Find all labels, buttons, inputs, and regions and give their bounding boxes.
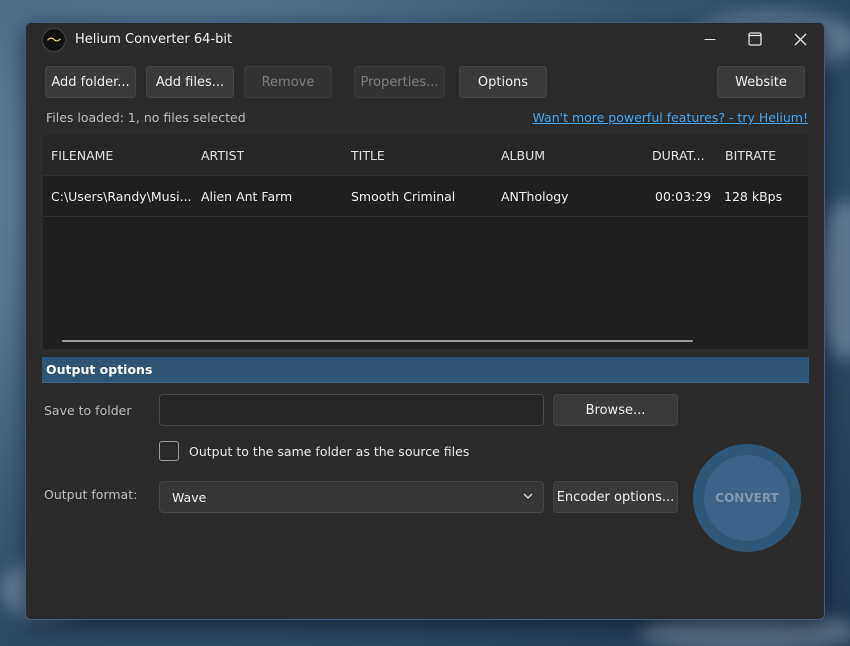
column-header-album[interactable]: ALBUM	[501, 148, 545, 163]
cell-album: ANThology	[501, 189, 569, 204]
column-header-artist[interactable]: ARTIST	[201, 148, 244, 163]
table-row[interactable]: C:\Users\Randy\Musi... Alien Ant Farm Sm…	[43, 176, 808, 217]
properties-button[interactable]: Properties...	[354, 66, 445, 98]
output-format-value: Wave	[172, 490, 207, 505]
output-options-header: Output options	[42, 357, 809, 383]
save-to-folder-input[interactable]	[159, 394, 544, 426]
options-button[interactable]: Options	[459, 66, 547, 98]
cell-duration: 00:03:29	[655, 189, 712, 204]
helium-logo-icon: 〜	[42, 28, 66, 52]
maximize-icon	[748, 32, 762, 46]
website-button[interactable]: Website	[717, 66, 805, 98]
maximize-button[interactable]	[733, 23, 777, 55]
save-to-folder-label: Save to folder	[44, 403, 132, 418]
cell-filename: C:\Users\Randy\Musi...	[51, 189, 192, 204]
cell-artist: Alien Ant Farm	[201, 189, 293, 204]
browse-button[interactable]: Browse...	[553, 394, 678, 426]
file-list[interactable]: FILENAME ARTIST TITLE ALBUM DURAT... BIT…	[43, 135, 808, 349]
horizontal-scrollbar[interactable]	[62, 340, 693, 342]
cell-bitrate: 128 kBps	[724, 189, 783, 204]
chevron-down-icon	[523, 493, 533, 499]
column-header-title[interactable]: TITLE	[351, 148, 385, 163]
same-folder-checkbox[interactable]	[159, 441, 179, 461]
column-header-bitrate[interactable]: BITRATE	[725, 148, 776, 163]
add-files-button[interactable]: Add files...	[146, 66, 234, 98]
column-header-duration[interactable]: DURAT...	[652, 148, 705, 163]
title-bar[interactable]: 〜 Helium Converter 64-bit	[26, 23, 824, 57]
app-window: 〜 Helium Converter 64-bit Add folder... …	[25, 22, 825, 620]
close-button[interactable]	[778, 23, 822, 55]
files-loaded-status: Files loaded: 1, no files selected	[46, 110, 246, 125]
file-list-header: FILENAME ARTIST TITLE ALBUM DURAT... BIT…	[43, 135, 808, 176]
convert-button[interactable]: CONVERT	[693, 444, 801, 552]
window-title: Helium Converter 64-bit	[75, 32, 233, 47]
remove-button[interactable]: Remove	[244, 66, 332, 98]
cell-title: Smooth Criminal	[351, 189, 456, 204]
convert-label: CONVERT	[704, 455, 790, 541]
output-format-select[interactable]: Wave	[159, 481, 544, 513]
encoder-options-button[interactable]: Encoder options...	[553, 481, 678, 513]
try-helium-link[interactable]: Wan't more powerful features? - try Heli…	[532, 110, 808, 125]
output-format-label: Output format:	[44, 487, 138, 502]
minimize-button[interactable]	[688, 23, 732, 55]
same-folder-label[interactable]: Output to the same folder as the source …	[189, 444, 469, 459]
column-header-filename[interactable]: FILENAME	[51, 148, 113, 163]
add-folder-button[interactable]: Add folder...	[45, 66, 136, 98]
close-icon	[794, 33, 806, 45]
minimize-icon	[704, 39, 716, 40]
